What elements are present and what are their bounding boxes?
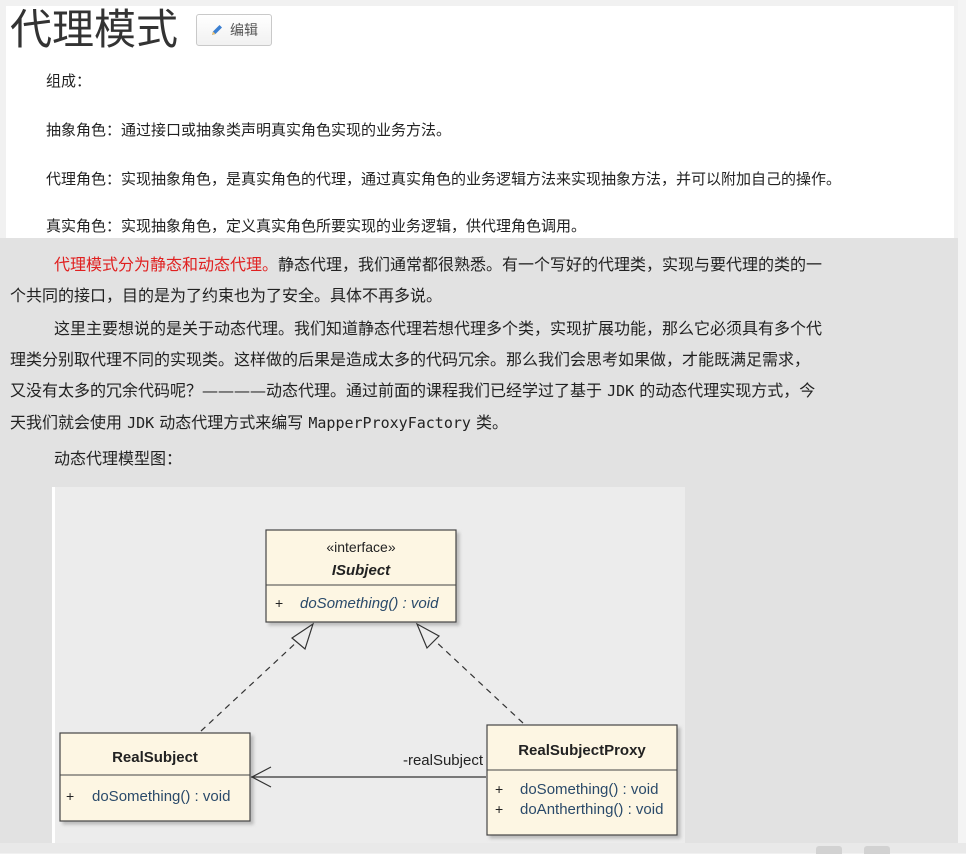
uml-diagram-svg: «interface» ISubject + doSomething() : v… — [59, 529, 678, 836]
p2-line4-text-b: 动态代理方式来编写 — [154, 413, 309, 432]
proxy-op1: doSomething() : void — [520, 781, 658, 798]
interface-name: ISubject — [332, 562, 391, 579]
paragraph-3: 动态代理模型图： — [54, 449, 183, 468]
real-subject-box: RealSubject + doSomething() : void — [59, 732, 251, 822]
p2-line4-text-a: 天我们就会使用 — [10, 413, 128, 432]
proxy-name: RealSubjectProxy — [518, 742, 646, 759]
interface-operation: doSomething() : void — [300, 595, 439, 612]
pencil-icon — [210, 23, 224, 37]
paragraph-2-line-1: 这里主要想说的是关于动态代理。我们知道静态代理若想代理多个类，实现扩展功能，那么… — [54, 319, 823, 338]
real-role-text: 真实角色：实现抽象角色，定义真实角色所要实现的业务逻辑，供代理角色调用。 — [46, 217, 587, 235]
right-edge — [958, 0, 966, 853]
mapper-proxy-factory-code: MapperProxyFactory — [308, 414, 471, 432]
proxy-role-text: 代理角色：实现抽象角色，是真实角色的代理，通过真实角色的业务逻辑方法来实现抽象方… — [46, 170, 842, 188]
association-label: -realSubject — [403, 752, 484, 769]
paragraph-2: 这里主要想说的是关于动态代理。我们知道静态代理若想代理多个类，实现扩展功能，那么… — [10, 313, 954, 439]
proxy-op2: doAntherthing() : void — [520, 801, 663, 818]
realization-arrow-left — [200, 622, 315, 732]
interface-box: «interface» ISubject + doSomething() : v… — [265, 529, 457, 623]
highlight-text: 代理模式分为静态和动态代理。 — [54, 255, 279, 274]
p2-line4-text-c: 类。 — [470, 413, 509, 432]
association-arrow: -realSubject — [250, 752, 486, 788]
realization-arrow-right — [415, 622, 524, 724]
page-title: 代理模式 — [10, 5, 179, 54]
proxy-op2-visibility: + — [495, 801, 503, 817]
p2-line3-text-a: 又没有太多的冗余代码呢？————动态代理。通过前面的课程我们已经学过了基于 — [10, 381, 608, 400]
uml-diagram: «interface» ISubject + doSomething() : v… — [52, 487, 685, 843]
composition-intro: 组成： — [46, 72, 92, 90]
paragraph-2-line-2: 理类分别取代理不同的实现类。这样做的后果是造成太多的代码冗余。那么我们会思考如果… — [10, 350, 811, 369]
real-subject-op-visibility: + — [66, 788, 74, 804]
abstract-role-text: 抽象角色：通过接口或抽象类声明真实角色实现的业务方法。 — [46, 121, 452, 139]
edit-button[interactable]: 编辑 — [196, 14, 272, 46]
jdk-code-2: JDK — [127, 414, 155, 432]
paragraph-1-line-2: 个共同的接口，目的是为了约束也为了安全。具体不再多说。 — [10, 286, 443, 305]
paragraph-1: 代理模式分为静态和动态代理。静态代理，我们通常都很熟悉。有一个写好的代理类，实现… — [10, 249, 954, 311]
p2-line3-text-b: 的动态代理实现方式，今 — [634, 381, 816, 400]
interface-stereotype: «interface» — [326, 539, 395, 555]
real-subject-name: RealSubject — [112, 749, 198, 766]
proxy-box: RealSubjectProxy + doSomething() : void … — [486, 724, 678, 836]
paragraph-1-rest: 静态代理，我们通常都很熟悉。有一个写好的代理类，实现与要代理的类的一 — [278, 255, 823, 274]
interface-op-visibility: + — [275, 595, 283, 611]
proxy-op1-visibility: + — [495, 781, 503, 797]
edit-button-label: 编辑 — [230, 23, 258, 39]
real-subject-operation: doSomething() : void — [92, 788, 230, 805]
paragraph-1-line-1: 代理模式分为静态和动态代理。静态代理，我们通常都很熟悉。有一个写好的代理类，实现… — [10, 249, 954, 280]
paragraph-2-line-4: 天我们就会使用 JDK 动态代理方式来编写 MapperProxyFactory… — [10, 407, 954, 439]
paragraph-2-line-3: 又没有太多的冗余代码呢？————动态代理。通过前面的课程我们已经学过了基于 JD… — [10, 375, 954, 407]
jdk-code: JDK — [607, 382, 635, 400]
